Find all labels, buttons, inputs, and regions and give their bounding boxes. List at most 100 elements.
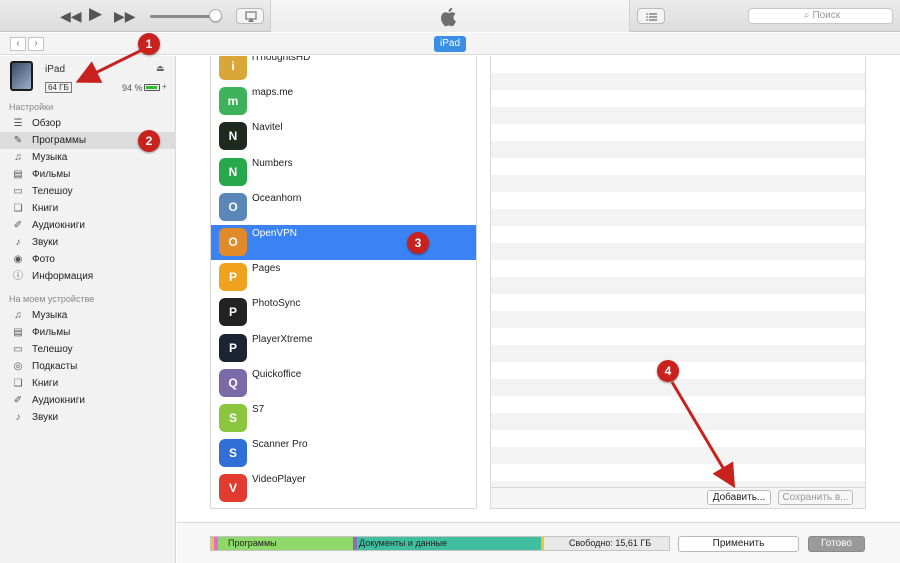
- tv-icon: ▭: [13, 186, 23, 197]
- apple-logo-icon: [441, 7, 456, 27]
- sidebar-item-tones[interactable]: ♪ Звуки: [0, 234, 176, 251]
- chevron-left-icon: ‹: [16, 38, 20, 49]
- audiobooks-icon: ✐: [13, 395, 23, 406]
- sidebar-item-label: Книги: [32, 378, 59, 389]
- play-icon[interactable]: ▶: [89, 5, 102, 22]
- app-icon: V: [219, 474, 247, 503]
- ipad-device-icon: [10, 61, 33, 91]
- sidebar-item-label: Фильмы: [32, 327, 71, 338]
- device-name: iPad: [45, 64, 66, 75]
- forward-button[interactable]: ›: [28, 37, 44, 51]
- app-name: Oceanhorn: [252, 192, 302, 204]
- app-icon: P: [219, 263, 247, 292]
- volume-slider[interactable]: [150, 15, 216, 18]
- sidebar-item-label: Обзор: [32, 118, 61, 129]
- device-capacity: 64 ГБ: [45, 82, 72, 93]
- sidebar-item-books[interactable]: ❏ Книги: [0, 200, 176, 217]
- volume-slider-knob[interactable]: [209, 9, 222, 22]
- tv-icon: ▭: [13, 344, 23, 355]
- app-name: maps.me: [252, 87, 294, 99]
- on-device-section-title: На моем устройстве: [9, 294, 95, 304]
- tones-icon: ♪: [15, 237, 21, 248]
- podcasts-icon: ◎: [13, 361, 23, 372]
- sidebar-item-movies[interactable]: ▤ Фильмы: [0, 166, 176, 183]
- app-icon: S: [219, 439, 247, 468]
- settings-section-title: Настройки: [9, 102, 54, 112]
- annotation-badge-4: 4: [657, 360, 679, 382]
- sidebar-item-label: Книги: [32, 203, 59, 214]
- movies-icon: ▤: [13, 327, 23, 338]
- app-name: Navitel: [252, 122, 283, 134]
- sidebar-item-movies[interactable]: ▤ Фильмы: [0, 324, 176, 341]
- battery-level: [146, 86, 158, 89]
- airplay-button[interactable]: [236, 8, 264, 24]
- app-name: Numbers: [252, 157, 293, 169]
- list-icon: [646, 13, 657, 21]
- sidebar-item-label: Музыка: [32, 152, 68, 163]
- app-row[interactable]: N Numbers: [211, 155, 476, 190]
- sidebar-item-audiobooks[interactable]: ✐ Аудиокниги: [0, 217, 176, 234]
- app-icon: O: [219, 192, 247, 221]
- fast-forward-icon[interactable]: ▶▶: [114, 8, 136, 24]
- back-button[interactable]: ‹: [10, 37, 26, 51]
- search-placeholder: Поиск: [812, 10, 841, 21]
- storage-bar: Программы Документы и данные Свободно: 1…: [210, 536, 670, 551]
- app-row[interactable]: m maps.me: [211, 84, 476, 119]
- up-next-button[interactable]: [637, 8, 665, 24]
- app-list[interactable]: i iThoughtsHD m maps.me N Navitel N Numbers O Oce…: [210, 56, 477, 509]
- sidebar-item-photos[interactable]: ◉ Фото: [0, 251, 176, 268]
- sidebar-item-podcasts[interactable]: ◎ Подкасты: [0, 358, 176, 375]
- app-row[interactable]: S S7: [211, 401, 476, 436]
- documents-pane[interactable]: [490, 56, 866, 509]
- books-icon: ❏: [13, 378, 23, 389]
- save-to-button[interactable]: Сохранить в...: [778, 490, 853, 505]
- app-row[interactable]: V VideoPlayer: [211, 471, 476, 506]
- info-icon: ⓘ: [13, 271, 23, 282]
- sidebar-item-label: Аудиокниги: [32, 395, 85, 406]
- rewind-icon[interactable]: ◀◀: [60, 8, 82, 24]
- sidebar-item-label: Информация: [32, 271, 94, 282]
- storage-apps-label: Программы: [228, 538, 277, 548]
- app-icon: m: [219, 87, 247, 116]
- sidebar-item-label: Подкасты: [32, 361, 78, 372]
- app-icon: N: [219, 157, 247, 186]
- summary-icon: ☰: [13, 118, 23, 129]
- apply-button[interactable]: Применить: [678, 536, 799, 552]
- annotation-badge-3: 3: [407, 232, 429, 254]
- now-playing-panel: [270, 0, 630, 32]
- app-row[interactable]: i iThoughtsHD: [211, 56, 476, 84]
- sidebar-item-audiobooks[interactable]: ✐ Аудиокниги: [0, 392, 176, 409]
- sidebar-item-tones[interactable]: ♪ Звуки: [0, 409, 176, 426]
- done-button[interactable]: Готово: [808, 536, 865, 552]
- app-row[interactable]: Q Quickoffice: [211, 366, 476, 401]
- app-name: Pages: [252, 263, 281, 275]
- app-row[interactable]: P Pages: [211, 260, 476, 295]
- apps-icon: ✎: [13, 135, 23, 146]
- app-icon: Q: [219, 368, 247, 397]
- app-name: Scanner Pro: [252, 439, 308, 451]
- device-header[interactable]: iPad ⏏ 64 ГБ 94 % +: [0, 56, 176, 96]
- app-icon: i: [219, 56, 247, 80]
- sidebar-item-tv[interactable]: ▭ Телешоу: [0, 183, 176, 200]
- photos-icon: ◉: [13, 254, 23, 265]
- eject-icon[interactable]: ⏏: [156, 63, 165, 74]
- app-row[interactable]: O Oceanhorn: [211, 190, 476, 225]
- sidebar-item-label: Телешоу: [32, 344, 73, 355]
- app-row[interactable]: P PhotoSync: [211, 295, 476, 330]
- add-file-button[interactable]: Добавить...: [707, 490, 771, 505]
- sidebar-item-books[interactable]: ❏ Книги: [0, 375, 176, 392]
- sidebar-item-music[interactable]: ♫ Музыка: [0, 307, 176, 324]
- sidebar-item-tv[interactable]: ▭ Телешоу: [0, 341, 176, 358]
- app-name: VideoPlayer: [252, 474, 306, 486]
- app-row[interactable]: P PlayerXtreme: [211, 331, 476, 366]
- navigation-bar: ‹ › iPad: [0, 33, 900, 55]
- app-name: S7: [252, 404, 265, 415]
- sidebar-item-info[interactable]: ⓘ Информация: [0, 268, 176, 285]
- battery-percent: 94 %: [122, 83, 143, 93]
- device-tab-ipad[interactable]: iPad: [434, 36, 466, 52]
- app-row[interactable]: O OpenVPN: [211, 225, 476, 260]
- app-row[interactable]: S Scanner Pro: [211, 436, 476, 471]
- search-input[interactable]: ⌕ Поиск: [748, 8, 893, 24]
- app-icon: S: [219, 404, 247, 432]
- app-row[interactable]: N Navitel: [211, 119, 476, 154]
